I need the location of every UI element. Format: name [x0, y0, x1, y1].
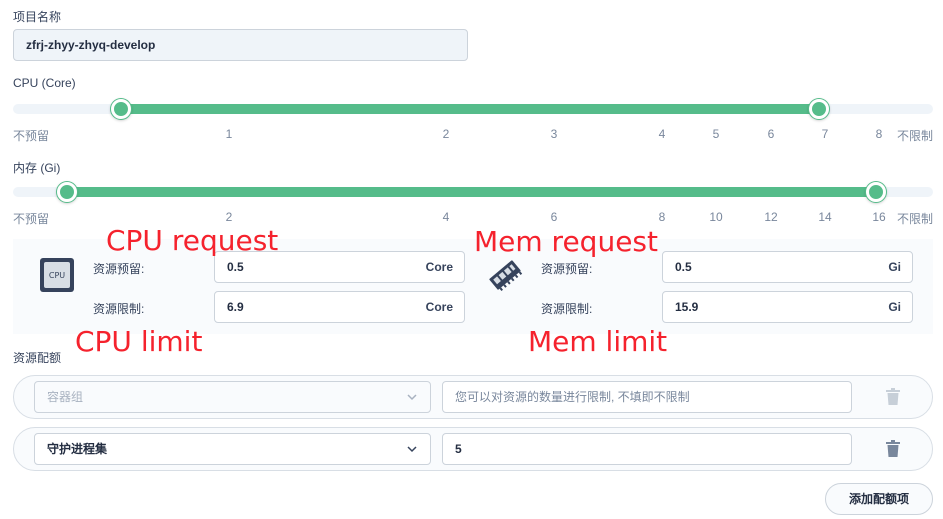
- slider-tick-label: 14: [818, 210, 832, 224]
- mem-limit-label: 资源限制:: [541, 302, 593, 316]
- cpu-icon: CPU: [39, 257, 75, 293]
- quota-label: 资源配额: [13, 351, 62, 365]
- slider-tick-label: 6: [550, 210, 558, 224]
- cpu-limit-unit: Core: [425, 300, 453, 314]
- chevron-down-icon: [407, 446, 417, 453]
- cpu-icon-text: CPU: [49, 271, 65, 280]
- memory-icon: [484, 254, 526, 296]
- slider-tick-label: 2: [442, 127, 450, 141]
- quota-amount-input[interactable]: 5: [442, 433, 852, 465]
- add-quota-button[interactable]: 添加配额项: [825, 483, 933, 515]
- quota-amount-placeholder: 您可以对资源的数量进行限制, 不填即不限制: [455, 390, 690, 404]
- annotation-cpu-request: CPU request: [106, 224, 279, 257]
- project-name-label: 项目名称: [13, 10, 62, 24]
- annotation-mem-limit: Mem limit: [528, 325, 668, 358]
- cpu-limit-label: 资源限制:: [93, 302, 145, 316]
- mem-request-value: 0.5: [675, 260, 692, 274]
- mem-limit-value: 15.9: [675, 300, 699, 314]
- mem-limit-unit: Gi: [888, 300, 901, 314]
- slider-tick-label: 4: [442, 210, 450, 224]
- slider-tick-label: 2: [225, 210, 233, 224]
- slider-tick-label: 不限制: [896, 129, 933, 143]
- slider-tick-label: 1: [225, 127, 233, 141]
- mem-request-handle[interactable]: [57, 182, 77, 202]
- slider-tick-label: 6: [767, 127, 775, 141]
- slider-tick-label: 不预留: [13, 212, 50, 226]
- cpu-request-label: 资源预留:: [93, 262, 145, 276]
- mem-limit-input[interactable]: 15.9 Gi: [662, 291, 913, 323]
- mem-request-label: 资源预留:: [541, 262, 593, 276]
- annotation-cpu-limit: CPU limit: [75, 325, 203, 358]
- slider-tick-label: 7: [821, 127, 829, 141]
- chevron-down-icon: [407, 394, 417, 401]
- quota-type-value: 守护进程集: [47, 442, 108, 456]
- quota-amount-value: 5: [455, 442, 462, 456]
- trash-icon[interactable]: [885, 440, 901, 458]
- slider-tick-label: 4: [658, 127, 666, 141]
- mem-request-unit: Gi: [888, 260, 901, 274]
- cpu-request-unit: Core: [425, 260, 453, 274]
- quota-type-select[interactable]: 容器组: [34, 381, 431, 413]
- cpu-limit-input[interactable]: 6.9 Core: [214, 291, 465, 323]
- quota-type-select[interactable]: 守护进程集: [34, 433, 431, 465]
- mem-request-input[interactable]: 0.5 Gi: [662, 251, 913, 283]
- slider-tick-label: 8: [658, 210, 666, 224]
- slider-tick-label: 3: [550, 127, 558, 141]
- cpu-limit-handle[interactable]: [809, 99, 829, 119]
- cpu-request-handle[interactable]: [111, 99, 131, 119]
- slider-tick-label: 不限制: [896, 212, 933, 226]
- annotation-mem-request: Mem request: [474, 225, 658, 258]
- quota-row: 守护进程集 5: [13, 427, 933, 471]
- quota-type-value: 容器组: [47, 390, 84, 404]
- mem-slider-range: [67, 187, 876, 197]
- mem-slider-label: 内存 (Gi): [13, 161, 61, 175]
- slider-tick-label: 10: [709, 210, 723, 224]
- mem-limit-handle[interactable]: [866, 182, 886, 202]
- slider-tick-label: 不预留: [13, 129, 50, 143]
- slider-tick-label: 16: [872, 210, 886, 224]
- project-name-input[interactable]: zfrj-zhyy-zhyq-develop: [13, 29, 468, 61]
- trash-icon[interactable]: [885, 388, 901, 406]
- cpu-slider-range: [121, 104, 819, 114]
- quota-row: 容器组 您可以对资源的数量进行限制, 不填即不限制: [13, 375, 933, 419]
- cpu-limit-value: 6.9: [227, 300, 244, 314]
- quota-amount-input[interactable]: 您可以对资源的数量进行限制, 不填即不限制: [442, 381, 852, 413]
- cpu-slider-label: CPU (Core): [13, 76, 76, 90]
- slider-tick-label: 5: [712, 127, 720, 141]
- slider-tick-label: 8: [875, 127, 883, 141]
- slider-tick-label: 12: [764, 210, 778, 224]
